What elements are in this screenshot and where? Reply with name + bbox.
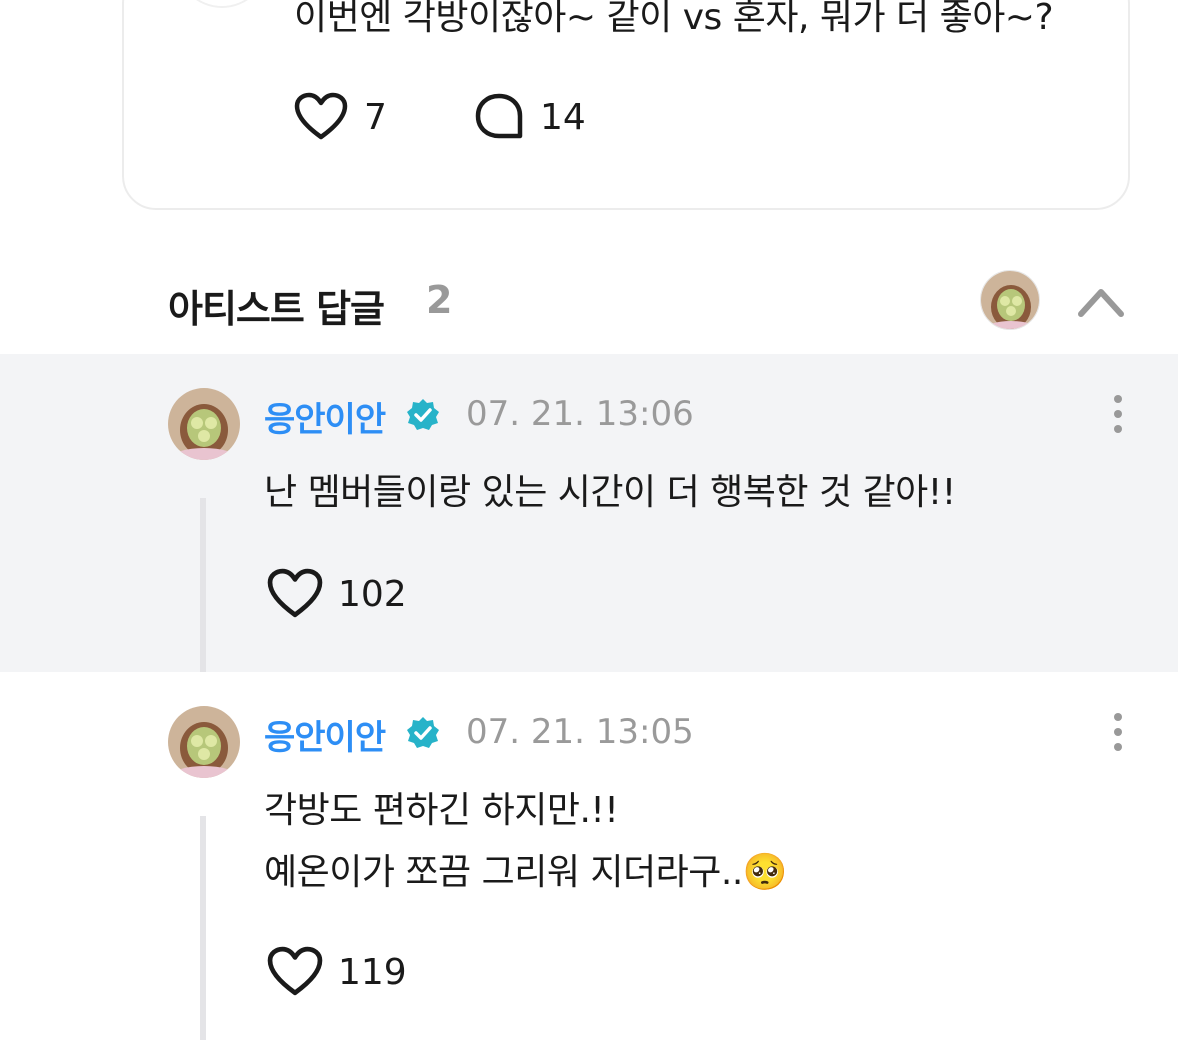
verified-badge-icon — [407, 717, 439, 748]
post-like-button[interactable]: 7 — [294, 92, 387, 142]
artist-replies-count: 2 — [426, 278, 453, 322]
heart-icon — [267, 568, 323, 618]
reply-line: 예온이가 쪼끔 그리워 지더라구..🥺 — [264, 852, 788, 893]
post-card: 이번엔 각방이잖아~ 같이 vs 혼자, 뭐가 더 좋아~? 7 14 — [122, 0, 1130, 210]
reply-author-avatar[interactable] — [168, 388, 240, 460]
thread-line — [200, 498, 206, 672]
reply-line: 난 멤버들이랑 있는 시간이 더 행복한 것 같아!! — [264, 472, 956, 513]
collapse-button[interactable] — [1076, 278, 1126, 322]
artist-avatar[interactable] — [980, 270, 1040, 330]
reply-timestamp: 07. 21. 13:05 — [466, 712, 694, 752]
post-comment-count: 14 — [540, 96, 586, 138]
artist-replies-title: 아티스트 답글 — [168, 287, 385, 331]
post-author-avatar[interactable] — [176, 0, 268, 8]
heart-icon — [267, 946, 323, 996]
post-comment-button[interactable]: 14 — [474, 92, 586, 142]
reply-timestamp: 07. 21. 13:06 — [466, 394, 694, 434]
artist-reply: 응안이안 07. 21. 13:06 난 멤버들이랑 있는 시간이 더 행복한 … — [0, 354, 1178, 672]
artist-reply: 응안이안 07. 21. 13:05 각방도 편하긴 하지만.!! 예온이가 쪼… — [0, 672, 1178, 1040]
artist-replies-header: 아티스트 답글 2 — [168, 270, 1128, 334]
reply-line: 각방도 편하긴 하지만.!! — [264, 790, 619, 831]
reply-author-name[interactable]: 응안이안 — [264, 392, 386, 441]
post-text: 이번엔 각방이잖아~ 같이 vs 혼자, 뭐가 더 좋아~? — [294, 0, 1054, 38]
reply-body: 난 멤버들이랑 있는 시간이 더 행복한 것 같아!! — [264, 462, 956, 524]
reply-author-avatar[interactable] — [168, 706, 240, 778]
more-vertical-icon[interactable] — [1106, 394, 1130, 434]
heart-icon — [294, 92, 348, 140]
reply-like-button[interactable]: 102 — [266, 568, 407, 620]
post-like-count: 7 — [364, 96, 387, 138]
reply-like-button[interactable]: 119 — [266, 946, 407, 998]
comment-bubble-icon — [475, 93, 523, 139]
chevron-up-icon — [1078, 289, 1124, 317]
reply-author-name[interactable]: 응안이안 — [264, 710, 386, 759]
verified-badge-icon — [407, 399, 439, 430]
more-vertical-icon[interactable] — [1106, 712, 1130, 752]
thread-line — [200, 816, 206, 1040]
reply-like-count: 102 — [338, 573, 407, 615]
reply-like-count: 119 — [338, 951, 407, 993]
reply-body: 각방도 편하긴 하지만.!! 예온이가 쪼끔 그리워 지더라구..🥺 — [264, 780, 788, 904]
